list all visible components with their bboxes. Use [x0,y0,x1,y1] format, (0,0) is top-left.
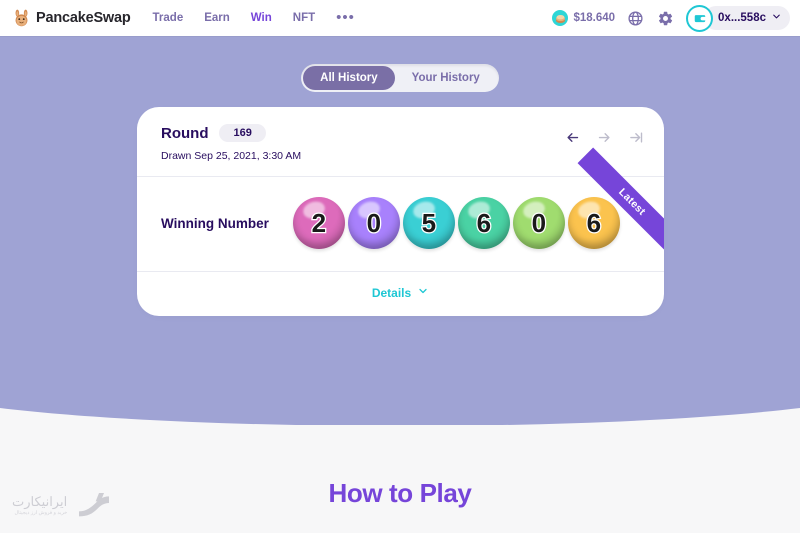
ball-digit: 6 [475,208,492,238]
tab-your-history[interactable]: Your History [395,66,497,90]
round-label: Round [161,124,209,142]
wallet-group: 0x...558c [686,4,790,32]
iranicard-logo-icon [74,486,114,525]
winning-balls: 2 0 5 6 0 6 [292,197,620,249]
lottery-ball: 6 [567,197,620,249]
round-card: Round 169 Drawn Sep 25, 2021, 3:30 AM Wi… [137,107,664,316]
round-navigation-arrows [565,130,644,145]
nav-link-earn[interactable]: Earn [204,12,230,24]
history-tabs: All History Your History [301,64,499,92]
top-navbar: PancakeSwap Trade Earn Win NFT ••• $18.6… [0,0,800,36]
wallet-address-text: 0x...558c [718,12,766,24]
lottery-ball: 6 [457,197,510,249]
brand-name: PancakeSwap [36,10,131,26]
details-label: Details [371,286,412,300]
nav-link-trade[interactable]: Trade [153,12,184,24]
nav-link-nft[interactable]: NFT [293,12,315,24]
cake-token-icon [552,10,569,26]
lottery-ball: 0 [512,197,565,249]
globe-icon[interactable] [626,9,645,28]
cake-price-display[interactable]: $18.640 [552,10,615,26]
details-toggle-button[interactable]: Details [137,272,664,316]
nav-more-icon[interactable]: ••• [336,10,355,25]
navbar-right-group: $18.640 0x...558c [552,4,790,32]
arrow-left-icon[interactable] [565,130,580,145]
arrow-to-last-icon[interactable] [629,130,644,145]
app-root: PancakeSwap Trade Earn Win NFT ••• $18.6… [0,0,800,533]
ball-digit: 5 [420,208,437,238]
drawn-date-text: Drawn Sep 25, 2021, 3:30 AM [161,150,302,162]
lottery-ball: 2 [292,197,345,249]
gear-icon[interactable] [656,9,675,28]
chevron-down-icon [771,9,782,27]
round-number-badge: 169 [219,124,266,142]
winning-number-section: Winning Number 2 0 5 6 0 6 Latest [137,147,664,271]
ball-digit: 0 [365,208,382,238]
wallet-address-button[interactable]: 0x...558c [704,6,790,30]
chevron-down-icon [417,284,429,302]
watermark-subtext: خرید و فروش ارز دیجیتال [14,509,68,516]
ball-digit: 2 [310,208,327,238]
tab-all-history[interactable]: All History [303,66,395,90]
watermark-text: ایرانیکارت [12,494,68,510]
history-tabs-container: All History Your History [0,64,800,92]
watermark: ایرانیکارت خرید و فروش ارز دیجیتال [12,486,114,525]
winning-number-label: Winning Number [161,215,269,231]
how-to-play-title: How to Play [328,478,472,508]
wallet-icon[interactable] [686,4,714,32]
lottery-ball: 5 [402,197,455,249]
lottery-ball: 0 [347,197,400,249]
cake-price-value: $18.640 [573,12,616,24]
ball-digit: 6 [585,208,602,238]
arrow-right-icon[interactable] [597,130,612,145]
nav-link-win[interactable]: Win [251,12,272,24]
nav-links: Trade Earn Win NFT ••• [153,10,355,25]
brand-logo-group[interactable]: PancakeSwap [12,9,131,28]
pancake-bunny-icon [12,9,31,28]
ball-digit: 0 [530,208,547,238]
